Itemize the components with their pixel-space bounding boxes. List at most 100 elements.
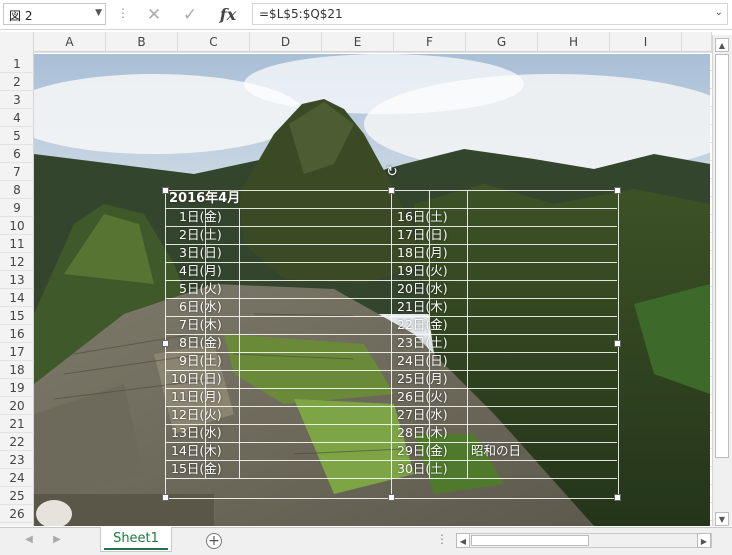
calendar-day: 17日(日) — [397, 227, 448, 242]
column-header[interactable]: H — [538, 32, 610, 52]
calendar-day: 16日(土) — [397, 209, 448, 224]
holiday-note: 昭和の日 — [471, 443, 522, 458]
column-header-partial[interactable] — [682, 32, 712, 52]
column-header[interactable]: A — [34, 32, 106, 52]
calendar-day: 12日(火) — [171, 407, 222, 422]
row-header[interactable]: 19 — [0, 379, 34, 397]
calendar-day: 25日(月) — [397, 371, 448, 386]
row-header[interactable]: 7 — [0, 163, 34, 181]
calendar-day: 4日(月) — [179, 263, 222, 278]
enter-icon[interactable]: ✓ — [176, 3, 204, 27]
row-header[interactable]: 20 — [0, 397, 34, 415]
column-header[interactable]: I — [610, 32, 682, 52]
row-header[interactable]: 21 — [0, 415, 34, 433]
resize-handle[interactable] — [614, 494, 621, 501]
calendar-day: 21日(木) — [397, 299, 448, 314]
row-header[interactable]: 24 — [0, 469, 34, 487]
row-header[interactable]: 25 — [0, 487, 34, 505]
row-header[interactable]: 3 — [0, 91, 34, 109]
calendar-day: 11日(月) — [171, 389, 222, 404]
row-header[interactable]: 2 — [0, 73, 34, 91]
calendar-day: 24日(日) — [397, 353, 448, 368]
column-header[interactable]: F — [394, 32, 466, 52]
resize-handle[interactable] — [614, 187, 621, 194]
row-header[interactable]: 18 — [0, 361, 34, 379]
calendar-day: 5日(火) — [179, 281, 222, 296]
calendar-day: 30日(土) — [397, 461, 448, 476]
calendar-day: 9日(土) — [179, 353, 222, 368]
vertical-scroll-thumb[interactable] — [715, 54, 729, 458]
sheet-tab-underline — [104, 548, 168, 550]
calendar-day: 27日(水) — [397, 407, 448, 422]
expand-formula-icon[interactable]: ⌄ — [715, 7, 723, 18]
resize-handle[interactable] — [162, 187, 169, 194]
row-header[interactable]: 4 — [0, 109, 34, 127]
calendar-day: 7日(木) — [179, 317, 222, 332]
calendar-day: 15日(金) — [171, 461, 222, 476]
row-header[interactable]: 16 — [0, 325, 34, 343]
calendar-day: 19日(火) — [397, 263, 448, 278]
calendar-day: 28日(木) — [397, 425, 448, 440]
row-header[interactable]: 12 — [0, 253, 34, 271]
next-sheet-icon[interactable]: ▶ — [50, 533, 64, 547]
row-header[interactable]: 6 — [0, 145, 34, 163]
name-box[interactable]: 図 2 ▼ — [3, 3, 106, 25]
resize-handle[interactable] — [388, 494, 395, 501]
column-header[interactable]: B — [106, 32, 178, 52]
prev-sheet-icon[interactable]: ◀ — [22, 533, 36, 547]
row-header[interactable]: 14 — [0, 289, 34, 307]
row-header[interactable]: 15 — [0, 307, 34, 325]
scroll-up-icon[interactable]: ▲ — [715, 38, 729, 52]
scroll-right-icon[interactable]: ▶ — [697, 533, 711, 548]
row-header[interactable]: 11 — [0, 235, 34, 253]
select-all-corner[interactable] — [0, 32, 34, 52]
calendar-table[interactable]: 2016年4月 1日(金) 2日(土) 3日(日) 4日(月) 5日(火) 6日… — [165, 190, 619, 499]
row-header[interactable]: 8 — [0, 181, 34, 199]
row-header[interactable]: 26 — [0, 505, 34, 523]
calendar-day: 1日(金) — [179, 209, 222, 224]
rotate-handle-icon[interactable]: ↻ — [384, 164, 400, 180]
name-box-value: 図 2 — [9, 9, 33, 23]
calendar-day: 8日(金) — [179, 335, 222, 350]
column-header[interactable]: C — [178, 32, 250, 52]
column-header[interactable]: E — [322, 32, 394, 52]
cancel-icon[interactable]: ✕ — [140, 3, 168, 27]
chevron-down-icon[interactable]: ▼ — [95, 8, 102, 18]
scroll-down-icon[interactable]: ▼ — [715, 512, 729, 526]
column-header[interactable]: G — [466, 32, 538, 52]
row-header[interactable]: 23 — [0, 451, 34, 469]
scroll-left-icon[interactable]: ◀ — [456, 533, 470, 548]
row-header[interactable]: 13 — [0, 271, 34, 289]
resize-handle[interactable] — [162, 494, 169, 501]
formula-text: =$L$5:$Q$21 — [259, 7, 343, 21]
horizontal-scroll-thumb[interactable] — [471, 535, 589, 546]
row-header[interactable]: 10 — [0, 217, 34, 235]
resize-handle[interactable] — [162, 340, 169, 347]
calendar-day: 22日(金) — [397, 317, 448, 332]
resize-handle[interactable] — [614, 340, 621, 347]
calendar-day: 23日(土) — [397, 335, 448, 350]
calendar-day: 6日(水) — [179, 299, 222, 314]
formula-bar-grip: ⋮ — [117, 6, 129, 20]
calendar-title: 2016年4月 — [169, 191, 241, 206]
resize-handle[interactable] — [388, 187, 395, 194]
row-header[interactable]: 1 — [0, 55, 34, 73]
calendar-day: 3日(日) — [179, 245, 222, 260]
insert-function-button[interactable]: fx — [214, 3, 242, 27]
row-header[interactable]: 17 — [0, 343, 34, 361]
calendar-day: 20日(水) — [397, 281, 448, 296]
calendar-day: 2日(土) — [179, 227, 222, 242]
add-sheet-icon[interactable]: + — [206, 533, 222, 549]
row-header[interactable]: 9 — [0, 199, 34, 217]
calendar-day: 29日(金) — [397, 443, 448, 458]
column-header[interactable]: D — [250, 32, 322, 52]
calendar-day: 18日(月) — [397, 245, 448, 260]
formula-input[interactable]: =$L$5:$Q$21 ⌄ — [252, 3, 728, 25]
calendar-day: 13日(水) — [171, 425, 222, 440]
row-header[interactable]: 5 — [0, 127, 34, 145]
row-header[interactable]: 22 — [0, 433, 34, 451]
calendar-day: 26日(火) — [397, 389, 448, 404]
calendar-day: 10日(日) — [171, 371, 222, 386]
tab-split-grip[interactable]: ⋮ — [436, 532, 448, 548]
calendar-day: 14日(木) — [171, 443, 222, 458]
